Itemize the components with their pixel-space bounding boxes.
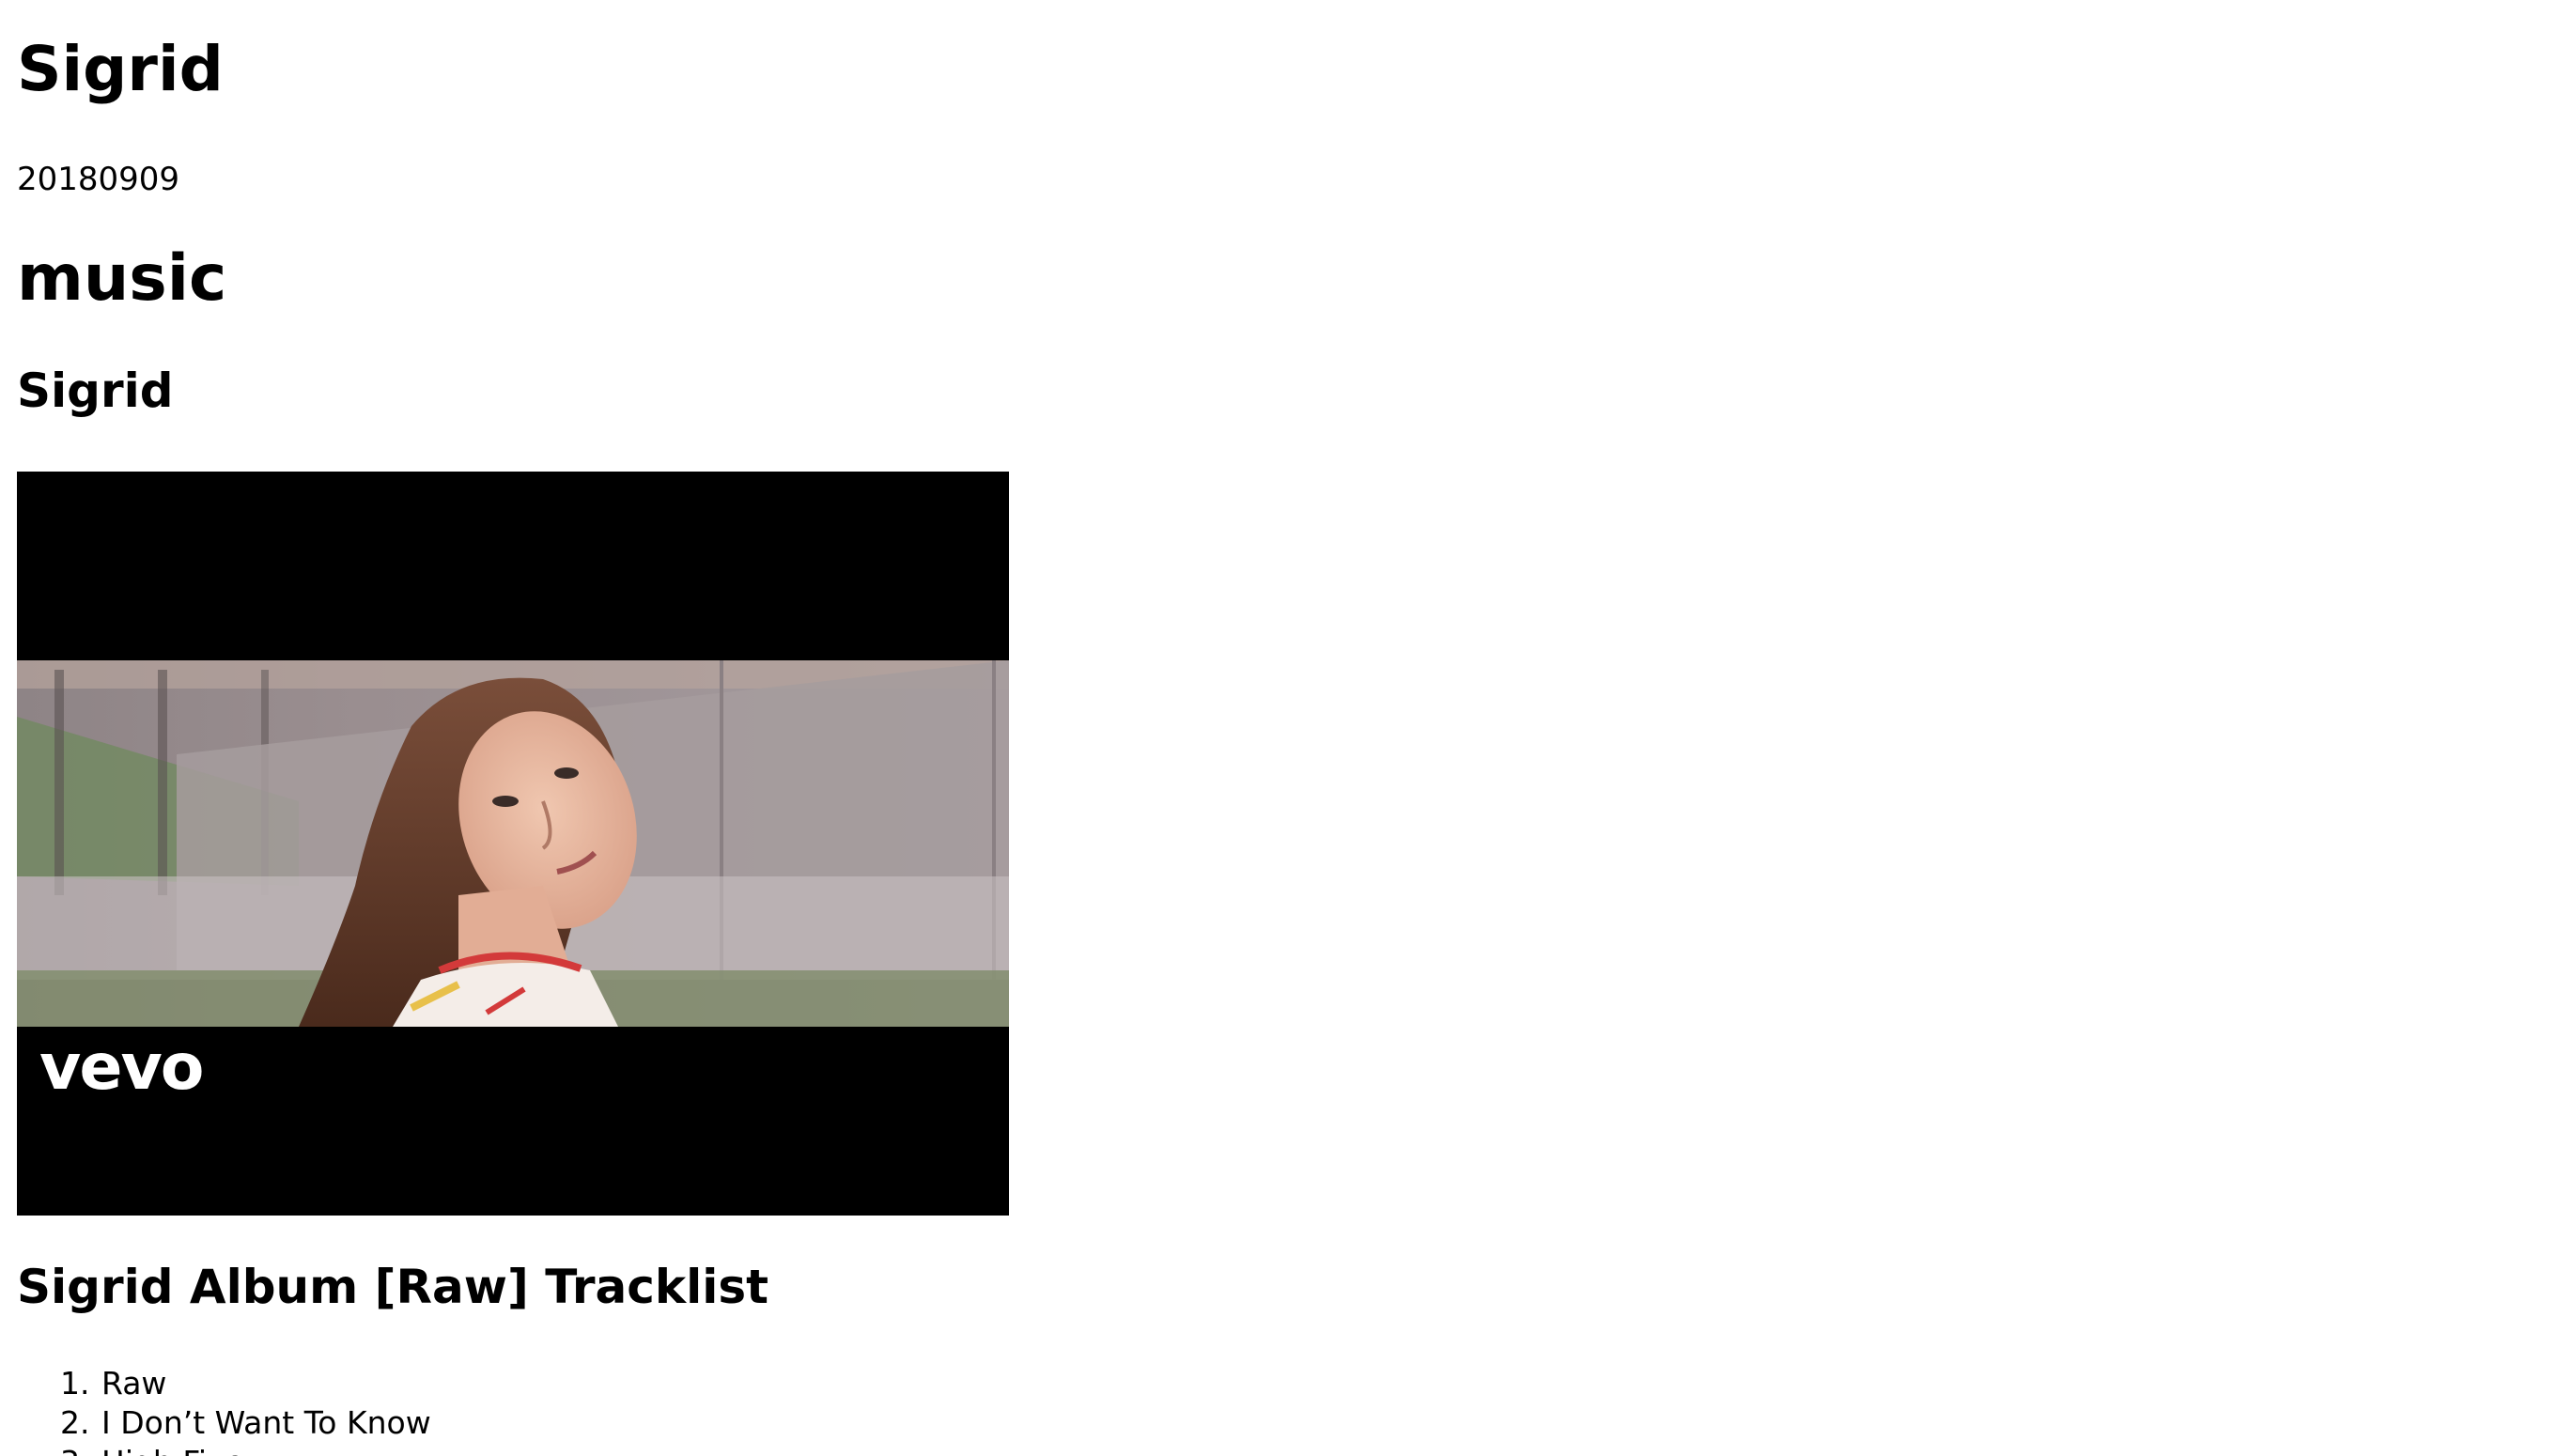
- post-date: 20180909: [17, 161, 180, 198]
- tracklist-heading: Sigrid Album [Raw] Tracklist: [17, 1260, 769, 1314]
- track-item: High Five: [100, 1443, 431, 1456]
- site-title[interactable]: Sigrid: [17, 34, 224, 105]
- tracklist: Raw I Don’t Want To Know High Five: [17, 1364, 431, 1456]
- track-item: I Don’t Want To Know: [100, 1403, 431, 1443]
- track-item: Raw: [100, 1364, 431, 1403]
- video-thumbnail: [17, 660, 1009, 1027]
- vevo-logo: vevo: [39, 1030, 204, 1105]
- category-heading: music: [17, 241, 227, 316]
- video-embed[interactable]: vevo: [17, 472, 1009, 1216]
- page: Sigrid 20180909 music Sigrid vevo Sigrid…: [0, 0, 2576, 1456]
- artist-heading: Sigrid: [17, 364, 174, 418]
